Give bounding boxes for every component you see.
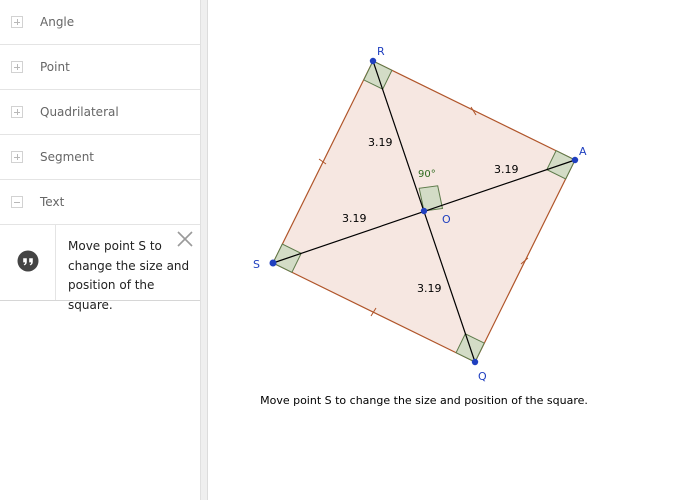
expand-icon[interactable] — [11, 151, 23, 163]
category-label: Point — [40, 60, 70, 74]
label-S: S — [253, 258, 260, 271]
angle-label: 90° — [418, 169, 436, 180]
point-S[interactable] — [269, 259, 277, 267]
quote-marker-icon[interactable] — [17, 250, 39, 272]
category-point[interactable]: Point — [0, 45, 200, 90]
graphics-view[interactable]: R A Q S O 3.19 3.19 3.19 3.19 90° Move p… — [208, 0, 700, 500]
text-item-row[interactable]: Move point S to change the size and posi… — [0, 225, 200, 312]
text-item-marker[interactable] — [0, 225, 56, 300]
close-icon[interactable] — [175, 229, 195, 249]
expand-icon[interactable] — [11, 61, 23, 73]
category-angle[interactable]: Angle — [0, 0, 200, 45]
category-label: Quadrilateral — [40, 105, 119, 119]
category-quadrilateral[interactable]: Quadrilateral — [0, 90, 200, 135]
point-R[interactable] — [369, 57, 377, 65]
distance-label-OA: 3.19 — [494, 163, 519, 176]
category-label: Angle — [40, 15, 75, 29]
view-divider[interactable] — [200, 0, 208, 500]
expand-icon[interactable] — [11, 106, 23, 118]
caption-text[interactable]: Move point S to change the size and posi… — [260, 394, 588, 407]
text-line: position of the square. — [68, 278, 155, 312]
point-A[interactable] — [571, 156, 579, 164]
collapse-icon[interactable] — [11, 196, 23, 208]
category-segment[interactable]: Segment — [0, 135, 200, 180]
category-label: Text — [40, 195, 65, 209]
distance-label-OR: 3.19 — [368, 136, 393, 149]
distance-label-OQ: 3.19 — [417, 282, 442, 295]
point-O[interactable] — [420, 207, 428, 215]
label-O: O — [442, 213, 451, 226]
point-Q[interactable] — [471, 358, 479, 366]
category-text[interactable]: Text — [0, 180, 200, 225]
algebra-view: Angle Point Quadrilateral Segment Text M… — [0, 0, 200, 500]
category-label: Segment — [40, 150, 94, 164]
label-Q: Q — [478, 370, 487, 383]
label-R: R — [377, 45, 385, 58]
expand-icon[interactable] — [11, 16, 23, 28]
text-line: change the size and — [68, 258, 190, 273]
distance-label-OS: 3.19 — [342, 212, 367, 225]
label-A: A — [579, 145, 587, 158]
